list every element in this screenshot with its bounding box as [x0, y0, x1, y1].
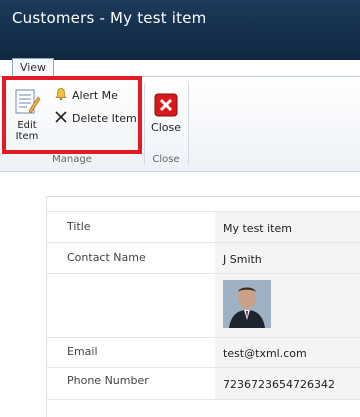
- field-row-contact-name: Contact Name J Smith: [47, 242, 360, 274]
- close-group-label: Close: [152, 154, 180, 165]
- manage-highlight-frame: [2, 76, 142, 154]
- field-value: 7236723654726342: [223, 378, 335, 391]
- field-value: test@txml.com: [223, 347, 307, 360]
- close-button[interactable]: Close: [150, 93, 182, 134]
- item-details: Title My test item Contact Name J Smith …: [46, 196, 360, 417]
- field-label: Phone Number: [67, 374, 149, 387]
- field-value: My test item: [223, 222, 292, 235]
- manage-group-label: Manage: [52, 154, 92, 165]
- group-separator: [188, 83, 189, 165]
- close-icon: [154, 93, 178, 117]
- field-value: J Smith: [223, 253, 262, 266]
- contact-photo: [223, 280, 271, 328]
- field-row-email: Email test@txml.com: [47, 337, 360, 368]
- field-label: Email: [67, 345, 98, 358]
- form-bottom-rule: [47, 399, 360, 400]
- field-label: Contact Name: [67, 251, 146, 264]
- page-title: Customers - My test item: [12, 9, 207, 27]
- title-bar: Customers - My test item: [0, 0, 360, 60]
- ribbon-group-close: Close Close: [144, 77, 188, 171]
- field-row-phone-number: Phone Number 7236723654726342: [47, 367, 360, 400]
- close-label: Close: [151, 121, 181, 134]
- tab-view[interactable]: View: [12, 58, 54, 77]
- field-label: Title: [67, 220, 91, 233]
- field-row-photo: [47, 273, 360, 338]
- field-row-title: Title My test item: [47, 211, 360, 243]
